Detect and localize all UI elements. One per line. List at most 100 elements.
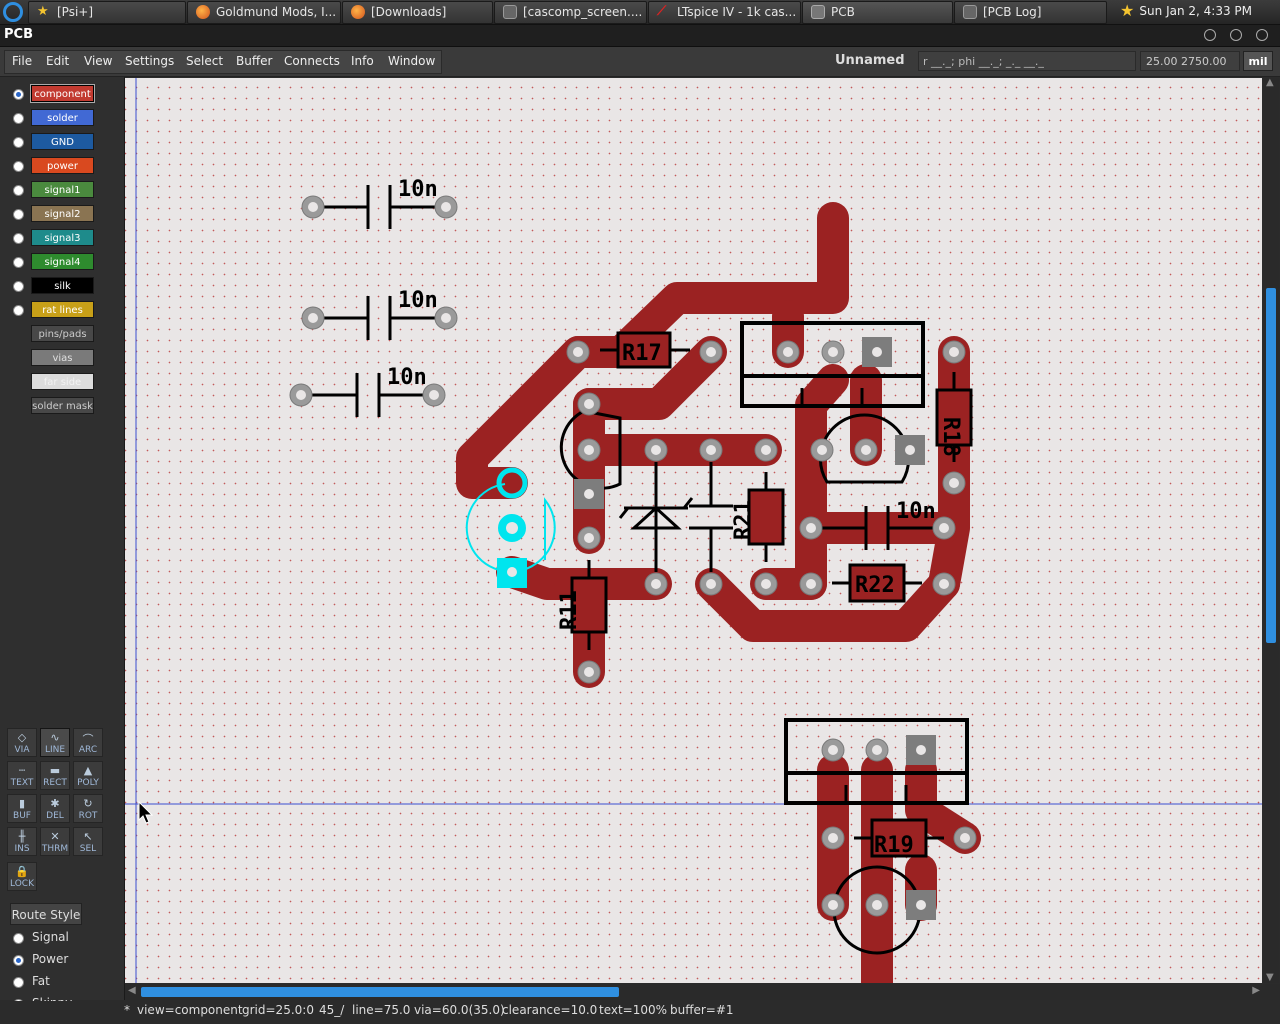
layer-button-gnd[interactable]: GND — [31, 133, 94, 150]
tool-lock-button[interactable]: 🔒 LOCK — [7, 862, 37, 891]
layer-radio-component[interactable] — [13, 89, 24, 100]
menu-view[interactable]: View — [84, 54, 112, 68]
tool-sel-button[interactable]: ↖ SEL — [73, 827, 103, 856]
start-menu-icon[interactable] — [3, 2, 23, 22]
menu-buffer[interactable]: Buffer — [236, 54, 272, 68]
pad-hole — [761, 445, 771, 455]
tool-via-button[interactable]: ◇ VIA — [7, 728, 37, 757]
tool-line-button[interactable]: ∿ LINE — [40, 728, 70, 757]
component-label: R22 — [855, 573, 895, 598]
scroll-right-arrow-icon[interactable]: ▶ — [1252, 985, 1260, 996]
layer-button-component[interactable]: component — [30, 84, 95, 103]
layer-radio-power[interactable] — [13, 161, 24, 172]
via-tool-icon: ◇ — [17, 731, 27, 744]
menu-settings[interactable]: Settings — [125, 54, 174, 68]
pad-hole — [308, 313, 318, 323]
layer-radio-signal4[interactable] — [13, 257, 24, 268]
route-style-label-power[interactable]: Power — [32, 952, 68, 966]
task-ltspice[interactable]: ⟋ LTspice IV - 1k cas... — [648, 1, 801, 24]
menubar: File Edit View Settings Select Buffer Co… — [0, 47, 1280, 77]
status-grid: grid=25.0:0 — [242, 1003, 314, 1017]
layer-button-signal3[interactable]: signal3 — [31, 229, 94, 246]
tool-buf-button[interactable]: ▮ BUF — [7, 794, 37, 823]
clock[interactable]: Sun Jan 2, 4:33 PM — [1139, 0, 1252, 23]
tool-poly-button[interactable]: ▲ POLY — [73, 761, 103, 790]
bookmark-star-icon[interactable]: ★ — [1120, 1, 1134, 20]
layer-radio-signal2[interactable] — [13, 209, 24, 220]
component-label: R19 — [874, 833, 914, 858]
pad-hole — [706, 579, 716, 589]
menu-info[interactable]: Info — [351, 54, 374, 68]
component-label: R17 — [622, 341, 662, 366]
menu-edit[interactable]: Edit — [46, 54, 69, 68]
layer-radio-rat-lines[interactable] — [13, 305, 24, 316]
scroll-up-arrow-icon[interactable]: ▲ — [1266, 77, 1274, 88]
polar-coordinate-readout: r __._; phi __._; _._ __._ — [918, 51, 1136, 71]
pad-hole — [949, 347, 959, 357]
menu-select[interactable]: Select — [186, 54, 223, 68]
route-style-radio-signal[interactable] — [13, 933, 24, 944]
pad-hole — [916, 900, 926, 910]
tool-ins-button[interactable]: ╫ INS — [7, 827, 37, 856]
component-label: 10n — [398, 288, 438, 313]
tool-del-button[interactable]: ✱ DEL — [40, 794, 70, 823]
task-firefox-goldmund[interactable]: Goldmund Mods, I... — [187, 1, 341, 24]
layer-button-pins-pads[interactable]: pins/pads — [31, 325, 94, 342]
scroll-left-arrow-icon[interactable]: ◀ — [128, 985, 136, 996]
tool-thrm-button[interactable]: ✕ THRM — [40, 827, 70, 856]
pad-hole — [949, 478, 959, 488]
layer-button-signal1[interactable]: signal1 — [31, 181, 94, 198]
layer-button-rat-lines[interactable]: rat lines — [31, 301, 94, 318]
pad-hole — [651, 445, 661, 455]
tool-text-button[interactable]: ┄ TEXT — [7, 761, 37, 790]
route-style-radio-power[interactable] — [13, 955, 24, 966]
route-style-label-signal[interactable]: Signal — [32, 930, 69, 944]
buf-tool-icon: ▮ — [18, 797, 26, 810]
task-psi[interactable]: ★ [Psi+] — [28, 1, 186, 24]
layer-radio-signal1[interactable] — [13, 185, 24, 196]
horizontal-scroll-thumb[interactable] — [141, 987, 619, 997]
layer-button-far-side[interactable]: far side — [31, 373, 94, 390]
menu-window[interactable]: Window — [388, 54, 435, 68]
route-style-label-fat[interactable]: Fat — [32, 974, 50, 988]
status-text: text=100% — [599, 1003, 668, 1017]
route-style-button[interactable]: Route Style — [10, 903, 82, 925]
minimize-button[interactable] — [1204, 29, 1216, 41]
menu-connects[interactable]: Connects — [284, 54, 340, 68]
status-angle: 45_/ — [319, 1003, 345, 1017]
menu-file[interactable]: File — [12, 54, 32, 68]
layer-radio-gnd[interactable] — [13, 137, 24, 148]
layer-button-signal4[interactable]: signal4 — [31, 253, 94, 270]
maximize-button[interactable] — [1230, 29, 1242, 41]
pad-hole — [296, 390, 306, 400]
task-pcb[interactable]: PCB — [802, 1, 953, 24]
tool-rot-button[interactable]: ↻ ROT — [73, 794, 103, 823]
route-style-radio-fat[interactable] — [13, 977, 24, 988]
tool-label: BUF — [13, 811, 31, 821]
layer-button-solder[interactable]: solder — [31, 109, 94, 126]
task-pcb-log[interactable]: [PCB Log] — [954, 1, 1107, 24]
pad-hole — [584, 489, 594, 499]
vertical-scroll-thumb[interactable] — [1266, 288, 1276, 643]
layer-button-power[interactable]: power — [31, 157, 94, 174]
task-cascomp-screenshot[interactable]: [cascomp_screen.... — [494, 1, 647, 24]
tool-arc-button[interactable]: ⌒ ARC — [73, 728, 103, 757]
horizontal-scrollbar[interactable]: ◀ ▶ — [125, 984, 1280, 1000]
pcb-canvas[interactable]: 10n 10n 10n R17 R18 R21 10n R22 R11 R19 — [125, 78, 1262, 983]
task-firefox-downloads[interactable]: [Downloads] — [342, 1, 493, 24]
layer-radio-silk[interactable] — [13, 281, 24, 292]
units-toggle-button[interactable]: mil — [1243, 51, 1273, 71]
layer-button-vias[interactable]: vias — [31, 349, 94, 366]
close-button[interactable] — [1256, 29, 1268, 41]
status-bar: * view=component grid=25.0:0 45_/ line=7… — [0, 1001, 1280, 1024]
layer-radio-signal3[interactable] — [13, 233, 24, 244]
vertical-scrollbar[interactable]: ▲ ▼ — [1263, 77, 1279, 983]
layer-button-solder-mask[interactable]: solder mask — [31, 397, 94, 414]
pad-hole — [706, 445, 716, 455]
scroll-down-arrow-icon[interactable]: ▼ — [1266, 972, 1274, 983]
tool-rect-button[interactable]: ▬ RECT — [40, 761, 70, 790]
layer-radio-solder[interactable] — [13, 113, 24, 124]
status-view: view=component — [137, 1003, 243, 1017]
layer-button-silk[interactable]: silk — [31, 277, 94, 294]
layer-button-signal2[interactable]: signal2 — [31, 205, 94, 222]
